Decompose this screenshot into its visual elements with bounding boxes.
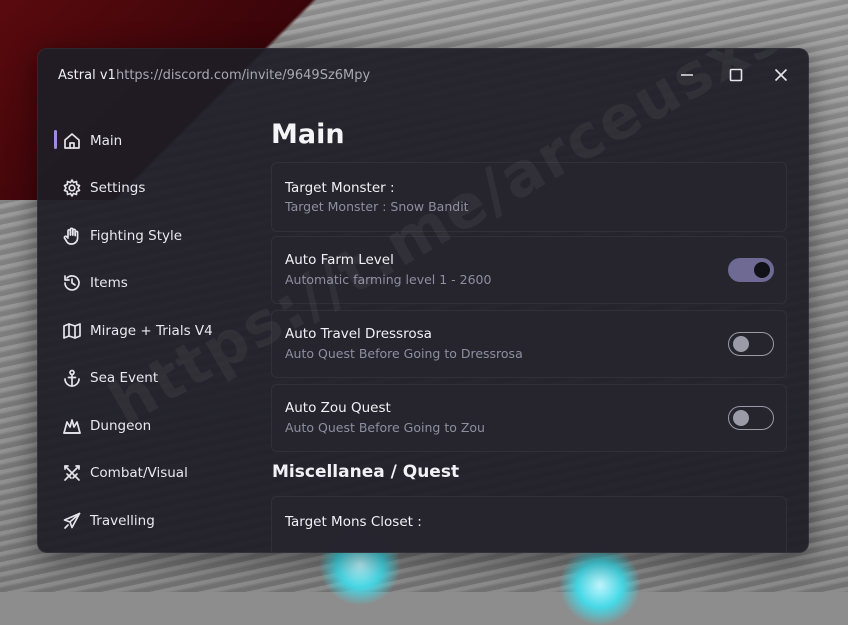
card-title: Auto Zou Quest [285, 400, 391, 416]
auto-zou-quest-card[interactable]: Auto Zou Quest Auto Quest Before Going t… [271, 384, 787, 452]
section-title: Miscellanea / Quest [272, 462, 460, 482]
card-subtitle: Auto Quest Before Going to Dressrosa [285, 346, 523, 361]
page-title: Main [271, 119, 345, 150]
sidebar-item-label: Travelling [90, 512, 155, 529]
discord-link[interactable]: https://discord.com/invite/9649Sz6Mpy [116, 68, 370, 83]
app-name: Astral v1 [58, 68, 116, 83]
auto-travel-dressrosa-toggle[interactable] [728, 332, 774, 356]
card-title: Target Mons Closet : [285, 514, 422, 530]
toggle-knob [754, 262, 770, 278]
sidebar-item-items[interactable]: Items [52, 260, 262, 308]
sidebar-item-settings[interactable]: Settings [52, 165, 262, 213]
plane-icon [62, 511, 82, 531]
glow-effect [560, 545, 640, 625]
script-window: Astral v1 https://discord.com/invite/964… [37, 48, 809, 553]
gear-icon [62, 178, 82, 198]
hand-icon [62, 226, 82, 246]
history-icon [62, 273, 82, 293]
auto-zou-quest-toggle[interactable] [728, 406, 774, 430]
swords-icon [62, 463, 82, 483]
sidebar-item-main[interactable]: Main [52, 117, 262, 165]
anchor-icon [62, 368, 82, 388]
sidebar-item-fighting-style[interactable]: Fighting Style [52, 212, 262, 260]
sidebar-item-travelling[interactable]: Travelling [52, 497, 262, 545]
close-icon [774, 68, 788, 82]
sidebar-item-label: Main [90, 132, 123, 149]
toggle-knob [733, 336, 749, 352]
auto-travel-dressrosa-card[interactable]: Auto Travel Dressrosa Auto Quest Before … [271, 310, 787, 378]
target-mons-closet-dropdown[interactable]: Target Mons Closet : [271, 496, 787, 552]
sidebar-item-label: Fighting Style [90, 227, 183, 244]
card-subtitle: Auto Quest Before Going to Zou [285, 420, 485, 435]
toggle-knob [733, 410, 749, 426]
sidebar-item-label: Settings [90, 180, 146, 197]
map-icon [62, 321, 82, 341]
sidebar-item-label: Combat/Visual [90, 465, 188, 482]
card-title: Target Monster : [285, 180, 395, 196]
castle-icon [62, 416, 82, 436]
sidebar-item-label: Items [90, 275, 128, 292]
auto-farm-level-toggle[interactable] [728, 258, 774, 282]
home-icon [62, 131, 82, 151]
sidebar-item-combat-visual[interactable]: Combat/Visual [52, 450, 262, 498]
